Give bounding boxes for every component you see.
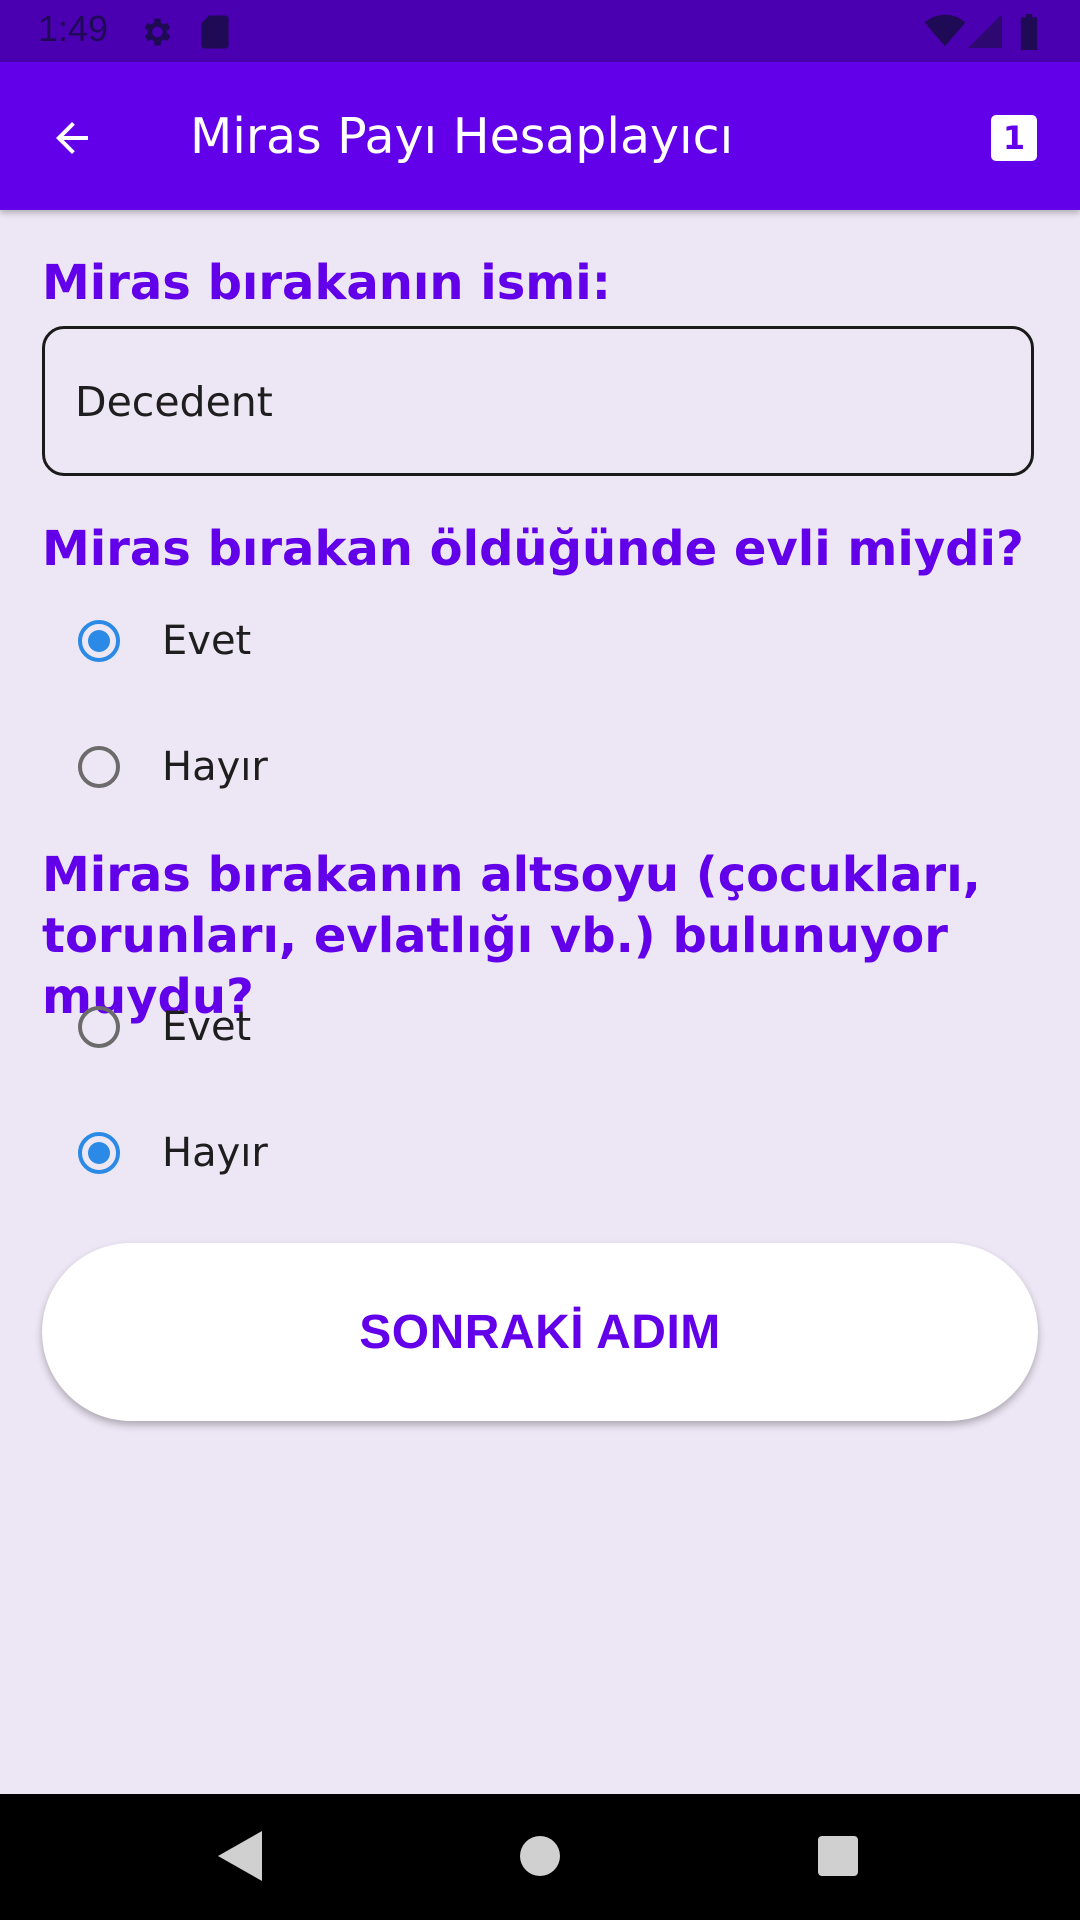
nav-home-button[interactable]: [508, 1826, 572, 1890]
descendants-option-yes[interactable]: Evet: [78, 987, 251, 1067]
radio-label: Evet: [162, 618, 252, 664]
app-title: Miras Payı Hesaplayıcı: [190, 108, 734, 165]
married-option-yes[interactable]: Evet: [78, 601, 251, 681]
decedent-name-label: Miras bırakanın ismi:: [42, 255, 611, 311]
radio-button-checked[interactable]: [78, 620, 120, 662]
radio-label: Evet: [162, 1004, 252, 1050]
decedent-name-field-frame: [42, 326, 1034, 476]
gear-icon: [138, 14, 174, 54]
married-option-no[interactable]: Hayır: [78, 727, 268, 807]
wifi-icon: [924, 14, 966, 52]
arrow-left-icon: [48, 114, 96, 166]
radio-label: Hayır: [162, 744, 268, 790]
status-time: 1:49: [38, 8, 109, 49]
battery-icon: [1018, 14, 1040, 54]
back-triangle-icon: [218, 1831, 262, 1885]
nav-back-button[interactable]: [208, 1826, 272, 1890]
sd-card-icon: [198, 14, 232, 54]
step-badge-button[interactable]: 1: [986, 110, 1042, 166]
recents-square-icon: [818, 1836, 858, 1880]
signal-icon: [968, 14, 1002, 52]
decedent-name-input[interactable]: [73, 329, 1007, 475]
system-navigation-bar: [0, 1794, 1080, 1920]
radio-button-unchecked[interactable]: [78, 1006, 120, 1048]
radio-label: Hayır: [162, 1130, 268, 1176]
married-question: Miras bırakan öldüğünde evli miydi?: [42, 521, 1024, 577]
nav-recents-button[interactable]: [806, 1826, 870, 1890]
home-circle-icon: [520, 1836, 560, 1880]
app-bar: Miras Payı Hesaplayıcı 1: [0, 62, 1080, 210]
back-button[interactable]: [34, 102, 110, 178]
radio-button-checked[interactable]: [78, 1132, 120, 1174]
next-step-button[interactable]: SONRAKİ ADIM: [42, 1243, 1038, 1421]
radio-button-unchecked[interactable]: [78, 746, 120, 788]
status-bar: 1:49: [0, 0, 1080, 62]
descendants-option-no[interactable]: Hayır: [78, 1113, 268, 1193]
step-number-icon: 1: [991, 115, 1037, 161]
